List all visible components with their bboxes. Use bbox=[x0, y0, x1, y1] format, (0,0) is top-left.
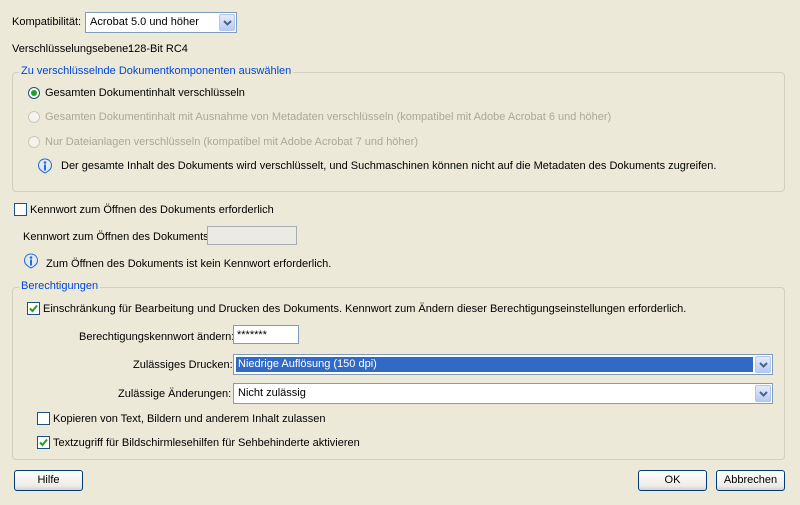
encryption-level-value: 128-Bit RC4 bbox=[128, 43, 188, 55]
checkmark-icon bbox=[39, 438, 48, 447]
radio-encrypt-attachments[interactable] bbox=[28, 136, 40, 148]
permission-password-value: ******* bbox=[237, 329, 267, 341]
permissions-group-legend: Berechtigungen bbox=[19, 280, 101, 292]
chevron-down-icon[interactable] bbox=[219, 14, 235, 31]
printing-value: Niedrige Auflösung (150 dpi) bbox=[238, 358, 377, 370]
compatibility-select[interactable]: Acrobat 5.0 und höher bbox=[85, 12, 237, 33]
components-group-legend: Zu verschlüsselnde Dokumentkomponenten a… bbox=[19, 65, 294, 77]
info-icon bbox=[23, 253, 39, 269]
accessibility-checkbox-label: Textzugriff für Bildschirmlesehilfen für… bbox=[53, 437, 360, 449]
info-icon bbox=[37, 158, 53, 174]
compatibility-label: Kompatibilität: bbox=[12, 16, 82, 28]
accessibility-checkbox[interactable] bbox=[37, 436, 50, 449]
checkmark-icon bbox=[29, 304, 38, 313]
copy-checkbox-label: Kopieren von Text, Bildern und anderem I… bbox=[53, 413, 326, 425]
open-password-checkbox[interactable] bbox=[14, 203, 27, 216]
changes-value: Nicht zulässig bbox=[238, 387, 306, 399]
cancel-button[interactable]: Abbrechen bbox=[716, 470, 785, 491]
permission-password-field[interactable]: ******* bbox=[233, 325, 299, 344]
ok-button[interactable]: OK bbox=[638, 470, 707, 491]
restrict-checkbox[interactable] bbox=[27, 302, 40, 315]
restrict-checkbox-label: Einschränkung für Bearbeitung und Drucke… bbox=[43, 303, 687, 315]
help-button[interactable]: Hilfe bbox=[14, 470, 83, 491]
compatibility-value: Acrobat 5.0 und höher bbox=[90, 16, 199, 28]
open-password-field-label: Kennwort zum Öffnen des Dokuments: bbox=[23, 231, 212, 243]
radio-encrypt-attachments-label: Nur Dateianlagen verschlüsseln (kompatib… bbox=[45, 136, 418, 148]
changes-select[interactable]: Nicht zulässig bbox=[233, 383, 773, 404]
changes-label: Zulässige Änderungen: bbox=[118, 388, 232, 400]
chevron-down-icon[interactable] bbox=[755, 356, 771, 373]
permission-password-label: Berechtigungskennwort ändern: bbox=[79, 331, 235, 343]
open-password-checkbox-label: Kennwort zum Öffnen des Dokuments erford… bbox=[30, 204, 274, 216]
chevron-down-icon[interactable] bbox=[755, 385, 771, 402]
components-info-text: Der gesamte Inhalt des Dokuments wird ve… bbox=[61, 160, 717, 172]
open-password-info-text: Zum Öffnen des Dokuments ist kein Kennwo… bbox=[46, 258, 332, 270]
encryption-level-label: Verschlüsselungsebene: bbox=[12, 43, 132, 55]
radio-encrypt-except-metadata-label: Gesamten Dokumentinhalt mit Ausnahme von… bbox=[45, 111, 612, 123]
radio-encrypt-all-label: Gesamten Dokumentinhalt verschlüsseln bbox=[45, 87, 245, 99]
radio-encrypt-except-metadata[interactable] bbox=[28, 111, 40, 123]
radio-encrypt-all[interactable] bbox=[28, 87, 40, 99]
open-password-field[interactable] bbox=[207, 226, 297, 245]
printing-select[interactable]: Niedrige Auflösung (150 dpi) bbox=[233, 354, 773, 375]
printing-label: Zulässiges Drucken: bbox=[133, 359, 233, 371]
copy-checkbox[interactable] bbox=[37, 412, 50, 425]
